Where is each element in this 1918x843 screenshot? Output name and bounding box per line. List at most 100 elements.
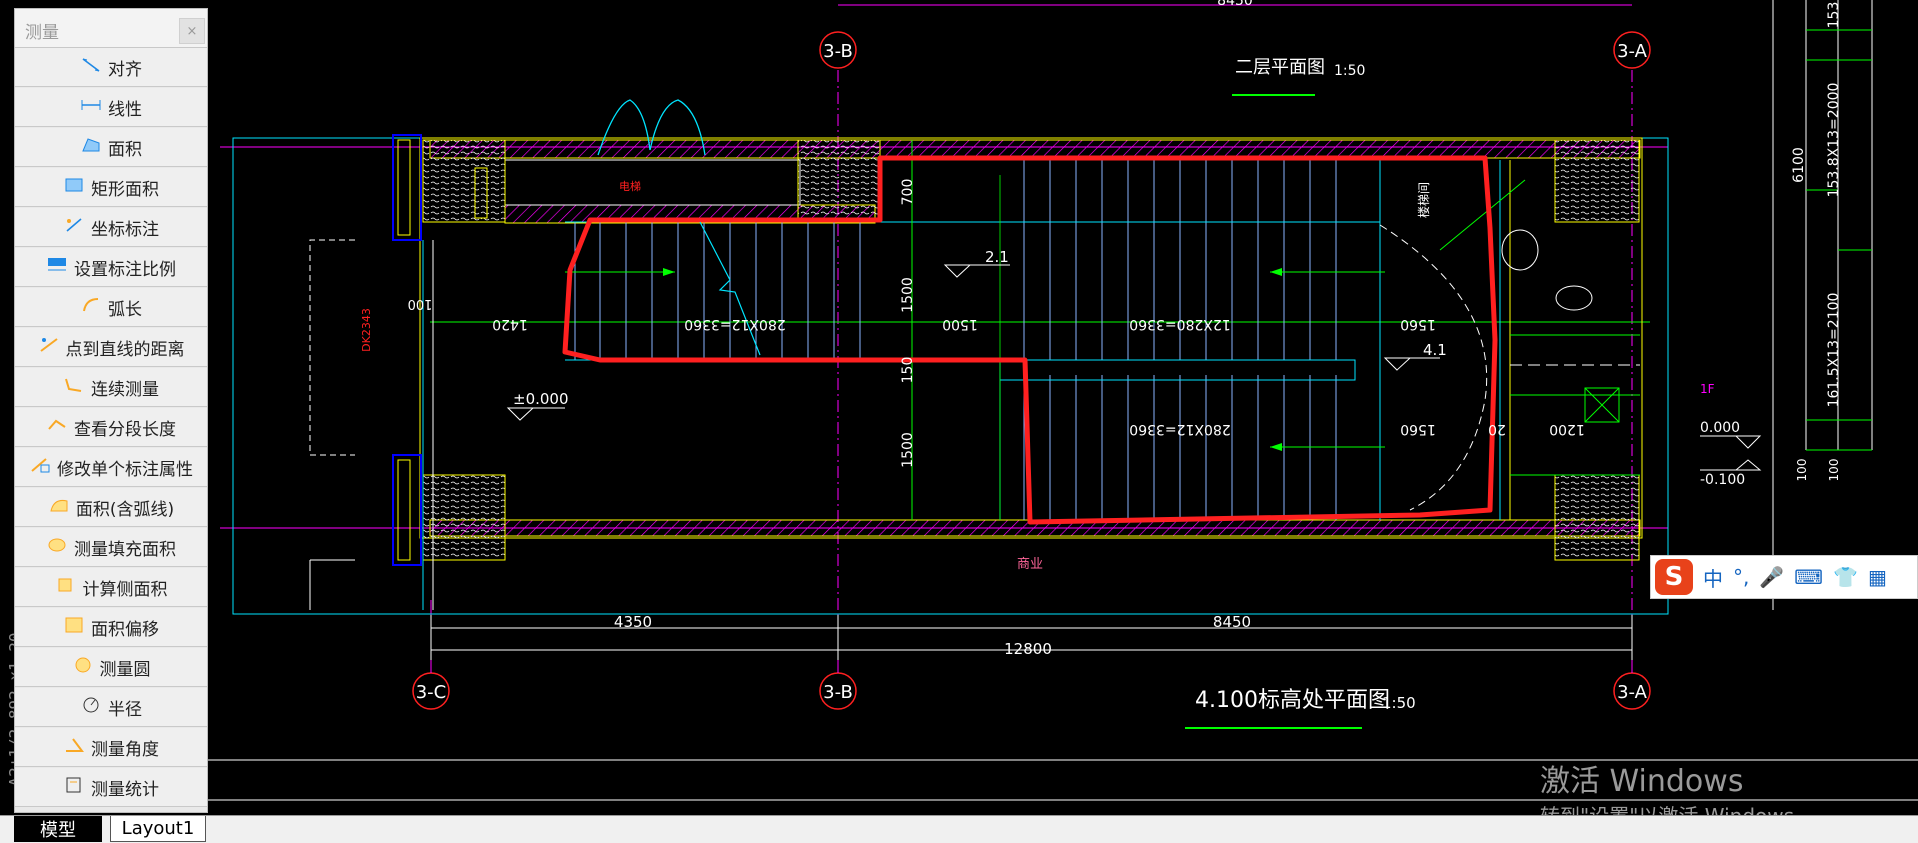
sogou-logo-icon[interactable]: S (1655, 559, 1693, 595)
tool-button-segment-length[interactable]: 查看分段长度 (15, 408, 207, 447)
tool-label: 对齐 (108, 59, 142, 80)
dim-1560-a: 1560 (1400, 316, 1436, 332)
tool-label: 计算侧面积 (82, 579, 168, 600)
tool-label: 坐标标注 (91, 219, 159, 240)
tool-button-rect-area[interactable]: 矩形面积 (15, 168, 207, 207)
tool-button-statistics[interactable]: 测量统计 (15, 768, 207, 807)
tool-label: 设置标注比例 (74, 259, 176, 280)
chinese-mode-icon[interactable]: 中 (1703, 563, 1723, 592)
dim-top: 8450 (1217, 0, 1253, 9)
plan-title-bottom: 4.100标高处平面图 (1195, 688, 1390, 713)
linear-dimension-icon (80, 95, 102, 120)
dim-8450: 8450 (1213, 613, 1251, 631)
point-line-distance-icon (38, 335, 60, 360)
keyboard-icon[interactable]: ⌨ (1794, 565, 1823, 589)
right-dim-100-b: 100 (1827, 459, 1841, 482)
arc-length-icon (80, 295, 102, 320)
tool-button-circle[interactable]: 测量圆 (15, 648, 207, 687)
tool-label: 测量填充面积 (74, 539, 176, 560)
tool-button-scale[interactable]: 设置标注比例 (15, 248, 207, 287)
right-dim-153: 153.8X13=2000 (1826, 83, 1842, 198)
close-button[interactable]: × (179, 18, 205, 44)
dim-280x12-b: 280X12=3360 (1129, 421, 1231, 437)
tool-button-aligned-dimension[interactable]: 对齐 (15, 48, 207, 87)
tool-label: 修改单个标注属性 (57, 459, 193, 480)
right-dim-161: 161.5X13=2100 (1826, 293, 1842, 408)
tool-button-edit-dimension[interactable]: 修改单个标注属性 (15, 448, 207, 487)
area-offset-icon (63, 615, 85, 640)
tool-label: 面积偏移 (91, 619, 159, 640)
label-dk: DK2343 (360, 308, 373, 352)
tool-button-arc-length[interactable]: 弧长 (15, 288, 207, 327)
axis-label-3b-top: 3-B (823, 41, 853, 62)
tool-label: 线性 (108, 99, 142, 120)
level-minus-0-100: -0.100 (1700, 472, 1745, 488)
dim-4350: 4350 (614, 613, 652, 631)
tool-button-area-offset[interactable]: 面积偏移 (15, 608, 207, 647)
tool-button-linear-dimension[interactable]: 线性 (15, 88, 207, 127)
dim-12x280: 12X280=3360 (1129, 316, 1231, 332)
dim-280x12-a: 280X12=3360 (684, 316, 786, 332)
label-shaft: 楼梯间 (1416, 182, 1431, 218)
tool-label: 面积(含弧线) (75, 499, 175, 520)
aligned-dimension-icon (80, 55, 102, 80)
tool-label: 弧长 (108, 299, 142, 320)
dim-1560-b: 1560 (1400, 421, 1436, 437)
label-commerce: 商业 (1017, 557, 1043, 572)
plan-scale-bottom: 1:50 (1382, 694, 1416, 712)
activation-title: 激活 Windows (1540, 764, 1744, 799)
tab-layout1[interactable]: Layout1 (110, 816, 206, 842)
tool-button-continuous-measure[interactable]: 连续测量 (15, 368, 207, 407)
area-icon (80, 135, 102, 160)
level-pm0: ±0.000 (513, 390, 569, 408)
axis-label-3a-bottom: 3-A (1617, 682, 1648, 703)
dim-1500-a: 1500 (900, 277, 916, 313)
coordinate-icon (63, 215, 85, 240)
right-dim-100-a: 100 (1795, 459, 1809, 482)
level-2-1: 2.1 (985, 248, 1009, 266)
tool-button-angle[interactable]: 测量角度 (15, 728, 207, 767)
axis-label-3c-bottom: 3-C (416, 682, 447, 703)
right-dim-top: 153 (1826, 2, 1842, 29)
tool-button-side-area[interactable]: 计算侧面积 (15, 568, 207, 607)
edit-dimension-icon (29, 455, 51, 480)
radius-icon (80, 695, 102, 720)
punctuation-icon[interactable]: °, (1733, 565, 1749, 589)
tool-button-area[interactable]: 面积 (15, 128, 207, 167)
plan-title-top: 二层平面图 (1235, 57, 1325, 78)
tool-label: 测量统计 (91, 779, 159, 800)
rect-area-icon (63, 175, 85, 200)
axis-label-3a-top: 3-A (1617, 41, 1648, 62)
panel-header[interactable]: 测量 × (15, 9, 207, 48)
tool-label: 连续测量 (91, 379, 159, 400)
level-0-000: 0.000 (1700, 420, 1740, 436)
tool-button-point-line-distance[interactable]: 点到直线的距离 (15, 328, 207, 367)
tool-button-radius[interactable]: 半径 (15, 688, 207, 727)
cad-drawing-canvas[interactable]: 8450 3-B 3-A 二层平面图 1:50 4350 8450 12800 … (0, 0, 1918, 842)
level-4-1: 4.1 (1423, 341, 1447, 359)
axis-label-3b-bottom: 3-B (823, 682, 853, 703)
tool-label: 测量角度 (91, 739, 159, 760)
side-area-icon (55, 575, 77, 600)
ime-toolbar[interactable]: S 中 °, 🎤 ⌨ 👕 ▦ (1650, 555, 1918, 599)
tool-list: 对齐线性面积 矩形面积坐标标注设置标注比例 弧长点到直线的距离 连续测量查看分段长度修… (15, 48, 207, 807)
angle-icon (63, 735, 85, 760)
tool-button-arc-area[interactable]: 面积(含弧线) (15, 488, 207, 527)
segment-length-icon (46, 415, 68, 440)
dim-700: 700 (900, 179, 916, 206)
skin-icon[interactable]: 👕 (1833, 565, 1858, 589)
toolbox-icon[interactable]: ▦ (1868, 565, 1887, 589)
measure-panel: 测量 × 对齐线性面积 矩形面积坐标标注设置标注比例 弧长点到直线的距离 连续测量查看… (14, 8, 208, 813)
dim-1500-b: 1500 (900, 432, 916, 468)
label-lift: 电梯 (619, 180, 641, 193)
microphone-icon[interactable]: 🎤 (1759, 565, 1784, 589)
tool-label: 点到直线的距离 (65, 339, 185, 360)
continuous-measure-icon (63, 375, 85, 400)
layout-tabs: 模型 Layout1 (0, 815, 1918, 843)
tool-button-coordinate[interactable]: 坐标标注 (15, 208, 207, 247)
plan-scale-top: 1:50 (1334, 63, 1365, 79)
statistics-icon (63, 775, 85, 800)
tool-button-hatch-area[interactable]: 测量填充面积 (15, 528, 207, 567)
tab-model[interactable]: 模型 (14, 816, 102, 842)
dim-12800: 12800 (1004, 640, 1052, 658)
